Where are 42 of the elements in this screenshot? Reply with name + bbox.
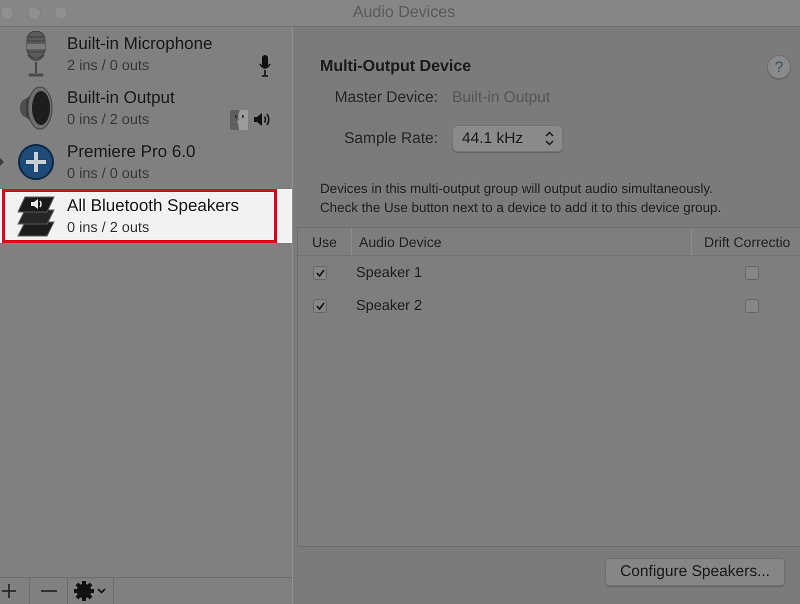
table-cell-text: Speaker 2 bbox=[355, 298, 422, 314]
plus-icon bbox=[1, 583, 17, 599]
table-cell-text: Speaker 1 bbox=[355, 264, 422, 280]
device-channels-text: 0 ins / 0 outs bbox=[67, 164, 150, 182]
checkbox[interactable] bbox=[745, 266, 759, 280]
column-header: Audio Device bbox=[351, 228, 691, 255]
checkbox[interactable] bbox=[745, 298, 759, 312]
device-title: Multi-Output Device bbox=[320, 57, 472, 77]
device-name: Built-in Microphone bbox=[67, 34, 214, 54]
description-text: Devices in this multi-output group will output audio simultaneously. bbox=[320, 180, 714, 198]
minus-icon bbox=[40, 590, 56, 592]
microphone-icon bbox=[25, 31, 47, 77]
checkmark-icon bbox=[316, 302, 324, 310]
device-list-item[interactable]: Built-in Microphone 2 ins / 0 outs bbox=[0, 27, 292, 81]
gear-icon bbox=[74, 581, 94, 601]
checkmark-icon bbox=[316, 268, 324, 276]
stacked-layers-icon bbox=[16, 195, 56, 237]
up-down-chevron-icon bbox=[545, 131, 554, 146]
column-header: Use bbox=[311, 232, 338, 252]
device-list-item[interactable]: Built-in Output 0 ins / 2 outs bbox=[0, 81, 292, 135]
checkbox[interactable] bbox=[313, 298, 327, 312]
device-name: All Bluetooth Speakers bbox=[67, 196, 240, 216]
device-list-item[interactable]: All Bluetooth Speakers 0 ins / 2 outs bbox=[0, 189, 292, 243]
help-button[interactable]: ? bbox=[767, 55, 791, 79]
plus-circle-icon bbox=[18, 144, 54, 180]
checkbox[interactable] bbox=[313, 266, 327, 280]
device-channels-text: 0 ins / 2 outs bbox=[67, 110, 150, 128]
device-channels-text: 2 ins / 0 outs bbox=[67, 56, 150, 74]
field-label: Sample Rate: bbox=[343, 128, 438, 148]
device-channels-text: 0 ins / 2 outs bbox=[67, 218, 150, 236]
device-name: Built-in Output bbox=[67, 88, 176, 108]
device-list-item[interactable]: Premiere Pro 6.0 0 ins / 0 outs bbox=[0, 135, 292, 189]
description-text: Check the Use button next to a device to add it to this device group. bbox=[320, 199, 722, 217]
caret-icon bbox=[97, 588, 106, 594]
loudspeaker-icon bbox=[19, 85, 53, 131]
column-header: Drift Correctio bbox=[691, 228, 800, 255]
device-name: Premiere Pro 6.0 bbox=[67, 142, 196, 162]
add-button[interactable] bbox=[0, 578, 30, 604]
field-label: Master Device: bbox=[334, 88, 438, 108]
sample-rate-popup[interactable]: 44.1 kHz bbox=[452, 125, 563, 152]
disclosure-triangle-icon[interactable] bbox=[0, 158, 4, 166]
configure-speakers-button[interactable]: Configure Speakers... bbox=[605, 558, 785, 586]
